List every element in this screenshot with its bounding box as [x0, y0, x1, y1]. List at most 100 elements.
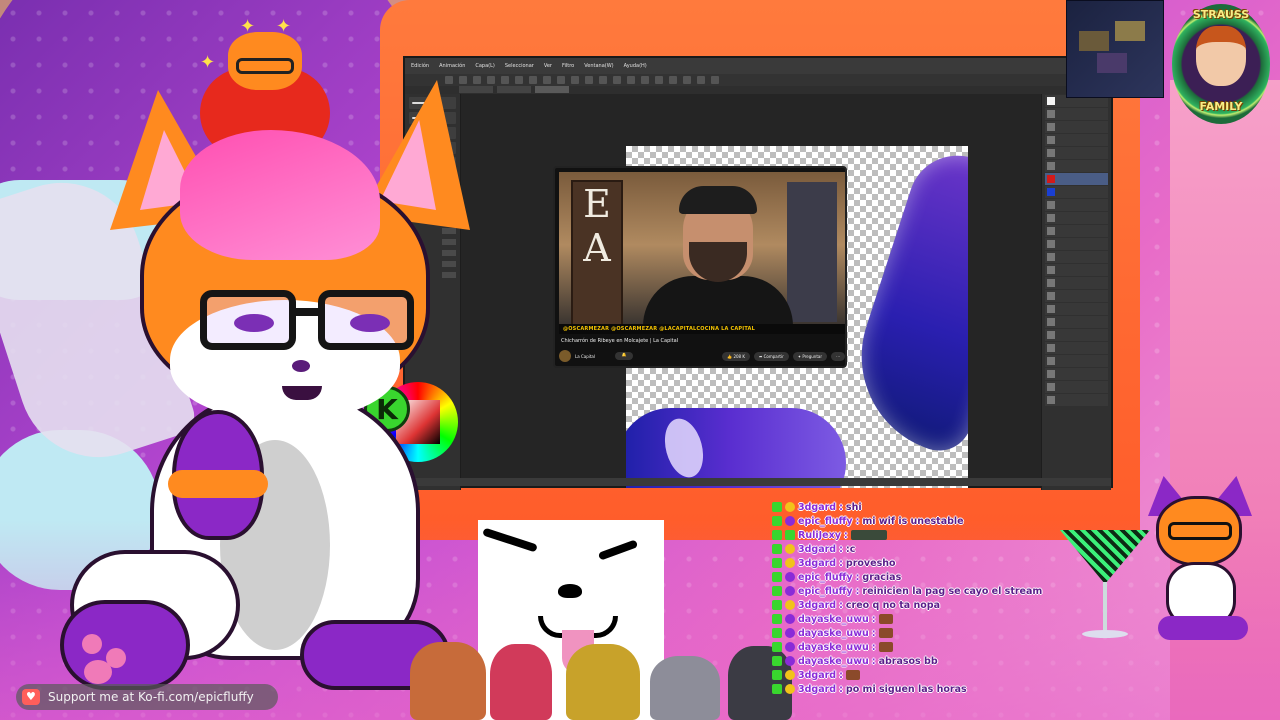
layer-row[interactable]	[1045, 134, 1108, 146]
layer-row-selected[interactable]	[1045, 173, 1108, 185]
document-tab[interactable]	[497, 86, 531, 93]
layer-row[interactable]	[1045, 381, 1108, 393]
tool-button[interactable]	[599, 76, 607, 84]
video-popup[interactable]: E A @OSCARMEZAR @OSCARMEZAR @LACAPITALCO…	[553, 166, 847, 368]
chat-username[interactable]: epic_fluffy	[798, 516, 853, 527]
layer-row[interactable]	[1045, 316, 1108, 328]
layer-row[interactable]	[1045, 160, 1108, 172]
layer-row[interactable]	[1045, 303, 1108, 315]
chat-username[interactable]: 3dgard	[798, 600, 836, 611]
kofi-banner[interactable]: Support me at Ko-fi.com/epicfluffy	[16, 684, 278, 710]
chat-username[interactable]: 3dgard	[798, 544, 836, 555]
like-count: 208 K	[733, 353, 745, 359]
fox-glasses	[200, 290, 430, 352]
chat-username[interactable]: RuliJexy	[798, 530, 841, 541]
chat-separator: :	[855, 515, 860, 527]
character-sprite	[650, 656, 720, 720]
tail-artwork	[836, 146, 968, 459]
video-player[interactable]: E A @OSCARMEZAR @OSCARMEZAR @LACAPITALCO…	[559, 172, 845, 334]
user-badge-icon	[785, 558, 795, 568]
chat-text: shi	[845, 501, 862, 513]
tool-button[interactable]	[529, 76, 537, 84]
chat-username[interactable]: dayaske_uwu	[798, 656, 869, 667]
chat-username[interactable]: epic_fluffy	[798, 572, 853, 583]
tool-button[interactable]	[543, 76, 551, 84]
tool-button[interactable]	[683, 76, 691, 84]
chat-text: po mi siguen las horas	[845, 683, 967, 695]
chat-username[interactable]: dayaske_uwu	[798, 614, 869, 625]
video-title[interactable]: Chicharrón de Ribeye en Molcajete | La C…	[561, 338, 678, 344]
tool-button[interactable]	[487, 76, 495, 84]
chat-message: epic_fluffy: gracias	[772, 570, 1102, 584]
layer-row[interactable]	[1045, 108, 1108, 120]
user-badge-icon	[785, 684, 795, 694]
chat-text: gracias	[862, 571, 902, 583]
tool-button[interactable]	[585, 76, 593, 84]
chat-username[interactable]: dayaske_uwu	[798, 628, 869, 639]
subscriber-badge-icon	[772, 516, 782, 526]
layer-row[interactable]	[1045, 251, 1108, 263]
tool-button[interactable]	[515, 76, 523, 84]
bell-icon[interactable]: 🔔	[615, 352, 633, 360]
tool-button[interactable]	[501, 76, 509, 84]
layer-row[interactable]	[1045, 238, 1108, 250]
chat-username[interactable]: epic_fluffy	[798, 586, 853, 597]
layer-row[interactable]	[1045, 277, 1108, 289]
tool-button[interactable]	[613, 76, 621, 84]
channel-name[interactable]: La Capital	[575, 354, 611, 359]
tool-button[interactable]	[557, 76, 565, 84]
layer-row[interactable]	[1045, 225, 1108, 237]
tool-button[interactable]	[669, 76, 677, 84]
user-badge-icon	[785, 642, 795, 652]
layer-row[interactable]	[1045, 368, 1108, 380]
chat-username[interactable]: 3dgard	[798, 558, 836, 569]
tool-button[interactable]	[641, 76, 649, 84]
share-button[interactable]: ➦ Compartir	[754, 351, 789, 361]
fox-hair	[180, 130, 380, 260]
kofi-text: Support me at Ko-fi.com/epicfluffy	[48, 690, 254, 704]
doodle-nose	[558, 584, 582, 598]
video-meta: La Capital 🔔 👍 208 K ➦ Compartir ✦ Pregu…	[559, 348, 845, 364]
chat-separator: :	[855, 585, 860, 597]
chat-text: creo q no ta nopa	[845, 599, 940, 611]
tool-button[interactable]	[571, 76, 579, 84]
chat-username[interactable]: dayaske_uwu	[798, 642, 869, 653]
layer-row[interactable]	[1045, 186, 1108, 198]
badge-bottom-text: FAMILY	[1199, 100, 1243, 113]
badge-top-text: STRAUSS	[1192, 8, 1250, 21]
more-icon[interactable]: ⋯	[831, 351, 845, 361]
layer-row[interactable]	[1045, 355, 1108, 367]
layer-row[interactable]	[1045, 329, 1108, 341]
chat-separator: :	[871, 613, 876, 625]
layer-row[interactable]	[1045, 264, 1108, 276]
layer-row[interactable]	[1045, 147, 1108, 159]
tool-button[interactable]	[627, 76, 635, 84]
star-icon: ✦	[240, 16, 256, 37]
layer-row[interactable]	[1045, 394, 1108, 406]
layer-row[interactable]	[1045, 199, 1108, 211]
layer-row[interactable]	[1045, 121, 1108, 133]
ask-button[interactable]: ✦ Preguntar	[792, 351, 827, 361]
layer-row[interactable]	[1045, 212, 1108, 224]
tool-button[interactable]	[711, 76, 719, 84]
menu-item[interactable]: Ver	[544, 63, 552, 69]
menu-item[interactable]: Ventana(W)	[584, 63, 613, 69]
menu-item[interactable]: Seleccionar	[505, 63, 534, 69]
tool-button[interactable]	[697, 76, 705, 84]
document-tab-active[interactable]	[535, 86, 569, 93]
menu-item[interactable]: Filtro	[562, 63, 574, 69]
channel-avatar[interactable]	[559, 350, 571, 362]
star-icon: ✦	[276, 16, 292, 37]
document-tabs	[405, 86, 1111, 94]
chat-username[interactable]: 3dgard	[798, 670, 836, 681]
menu-item[interactable]: Ayuda(H)	[624, 63, 647, 69]
tool-button[interactable]	[655, 76, 663, 84]
chat-username[interactable]: 3dgard	[798, 684, 836, 695]
like-button[interactable]: 👍 208 K	[722, 351, 750, 361]
sign-letter: A	[583, 226, 611, 270]
chat-username[interactable]: 3dgard	[798, 502, 836, 513]
layer-row[interactable]	[1045, 342, 1108, 354]
small-fox-sprite	[1142, 476, 1262, 646]
chat-separator: :	[839, 683, 843, 695]
layer-row[interactable]	[1045, 290, 1108, 302]
